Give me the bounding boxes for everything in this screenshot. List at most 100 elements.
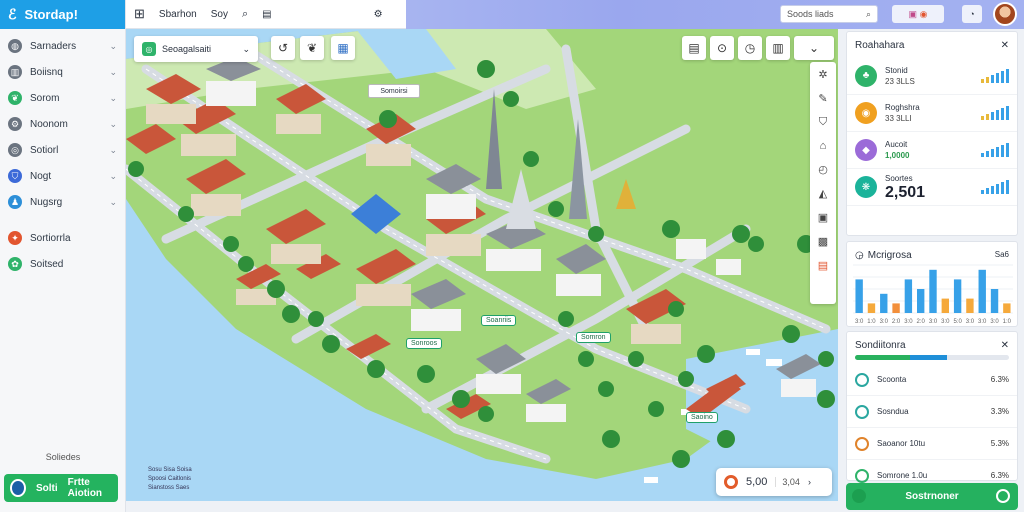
chevron-down-icon: ⌄ [109,170,117,181]
close-icon[interactable]: ✕ [1001,40,1009,51]
layers-icon[interactable]: ▤ [818,259,828,272]
clipboard-tool-button[interactable]: ▤ [682,36,706,60]
chart-icon: ◶ [855,250,864,261]
book-icon: ▥ [772,41,784,55]
map-marker-label[interactable]: Soanriis [481,315,517,326]
flag-toggle[interactable]: ▣ ◉ [892,5,944,23]
objective-row[interactable]: Saoanor 10tu 5.3% [847,428,1017,460]
objective-row[interactable]: Scoonta 6.3% [847,364,1017,396]
map-marker-label[interactable]: Sonroos [406,338,443,349]
credit-line: Sosu Sisa Soisa [148,467,192,473]
sidebar-item-nugsrg[interactable]: ♟ Nugsrg ⌄ [0,189,125,215]
top-bar: ⊞ Sbarhon Soy ⌕ ▤ ⚙ Soods liads ⌕ ▣ ◉ ◔ [126,0,1024,29]
chevron-down-icon: ⌄ [808,41,820,55]
document-icon[interactable]: ▤ [262,9,271,20]
chart-bar [990,289,999,313]
sidebar-item-nogt[interactable]: ⛉ Nogt ⌄ [0,163,125,189]
map-marker-label[interactable]: Somron [576,332,611,343]
app-brand[interactable]: ℰ Stordap! [0,0,125,29]
resource-value: 33 3LLI [885,114,912,123]
chart-bar [880,293,888,313]
notifications-button[interactable]: ◔ [962,5,982,23]
map-marker-label[interactable]: Saoino [686,412,718,423]
target-icon: ⊙ [716,41,728,55]
close-icon[interactable]: ✕ [1001,340,1009,351]
wave-icon: ↺ [277,41,289,55]
resource-row[interactable]: ❋ Soortes 2,501 [847,169,1017,206]
objectives-progress-bar [855,355,1009,360]
panel-cta-button[interactable]: Sostrnoner [846,483,1018,510]
objective-icon [855,436,869,451]
objectives-title: Sondiitonra [855,340,906,351]
city-icon: ▦ [337,41,349,55]
sidebar-cta-button[interactable]: Solti Frtte Aiotion [4,474,118,502]
resource-row[interactable]: ◆ Aucoit 1,0000 [847,132,1017,169]
map-building-label[interactable]: Somoirsi [368,84,420,98]
chart-bar [978,269,986,313]
sidebar-item-sarnaders[interactable]: ◍ Sarnaders ⌄ [0,33,125,59]
city-map[interactable] [126,29,838,501]
map-location-chip[interactable]: ◎ Seoagalsaiti ⌄ [134,36,258,62]
tree-icon[interactable]: ✲ [818,68,827,81]
objectives-list: Scoonta 6.3% Sosndua 3.3% Saoanor 10tu 5.3% So… [847,364,1017,492]
chart-card: ◶ Mcrigrosa Sa6 3:0 1:0 3:0 2:0 3:0 2:0 3:0 3:0… [846,241,1018,327]
resource-name: Roghshra [885,103,920,112]
objective-icon [855,468,869,483]
map-chip-label: Seoagalsaiti [162,44,212,54]
cta-dot-icon [852,489,866,503]
objective-row[interactable]: Sosndua 3.3% [847,396,1017,428]
sidebar-item-soitsed[interactable]: ✿ Soitsed [0,251,125,277]
sprout-icon: ✿ [8,257,22,271]
map-view[interactable]: ◎ Seoagalsaiti ⌄ ↺ ❦ ▦ ▤ ⊙ ◷ ▥ ⌄ ✲ ✎ ⛉ ⌂… [126,29,838,501]
tab-soy[interactable]: Soy [211,9,228,20]
book-tool-button[interactable]: ▥ [766,36,790,60]
grid-icon[interactable]: ⊞ [134,6,145,22]
house-icon[interactable]: ⌂ [820,140,827,152]
crystal-icon: ◆ [855,139,877,161]
chart-tick-label: 3:0 [978,319,987,325]
city-tool-button[interactable]: ▦ [331,36,355,60]
chart-tick-label: 3:0 [904,319,913,325]
clock-tool-button[interactable]: ◷ [738,36,762,60]
edit-icon[interactable]: ✎ [818,92,827,105]
coin-icon [724,475,738,489]
target-tool-button[interactable]: ⊙ [710,36,734,60]
search-input[interactable]: Soods liads ⌕ [780,5,878,23]
chart-bar [867,303,876,313]
calendar-icon[interactable]: ▣ [818,211,828,224]
terrain-icon[interactable]: ▩ [818,235,828,248]
shield-icon[interactable]: ⛉ [819,116,827,129]
search-icon: ⌕ [865,8,871,19]
resource-sparkline [981,143,1009,157]
app-title: Stordap! [24,7,78,22]
resource-value: 1,0000 [885,151,910,160]
chart-bar [929,269,937,313]
sidebar-item-noonom[interactable]: ⚙ Noonom ⌄ [0,111,125,137]
chart-bar [941,298,949,313]
resource-sparkline [981,68,1009,83]
sidebar-item-sorom[interactable]: ❦ Sorom ⌄ [0,85,125,111]
avatar[interactable] [993,2,1017,26]
sidebar-item-sotiorl[interactable]: ◎ Sotiorl ⌄ [0,137,125,163]
road-icon[interactable]: ◴ [818,163,828,176]
sidebar-item-sortiorrla[interactable]: ✦ Sortiorrla [0,225,125,251]
resource-bar-chart: 3:0 1:0 3:0 2:0 3:0 2:0 3:0 3:0 5:0 3:0 3:0 3:0 1:0 [853,264,1013,325]
resource-row[interactable]: ♣ Stonid 23 3LLS [847,57,1017,95]
sidebar-cta-right: Frtte Aiotion [67,477,103,499]
landscape-icon[interactable]: ◭ [819,187,827,200]
chart-title: Mcrigrosa [867,250,912,261]
objective-percent: 6.3% [990,375,1009,384]
wave-tool-button[interactable]: ↺ [271,36,295,60]
leaf-tool-button[interactable]: ❦ [300,36,324,60]
settings-icon[interactable]: ⚙ [374,9,383,20]
tab-sbarhon[interactable]: Sbarhon [159,9,197,20]
app-logo-icon: ℰ [8,6,17,22]
objective-percent: 5.3% [990,439,1009,448]
sidebar-item-boiisnq[interactable]: ▥ Boiisnq ⌄ [0,59,125,85]
resource-row[interactable]: ◉ Roghshra 33 3LLI [847,95,1017,132]
coin-counter[interactable]: 5,00 3,04 › [716,468,832,496]
resources-list: ♣ Stonid 23 3LLS ◉ Roghshra 33 3LLI ◆ Aucoit 1,0… [847,57,1017,206]
search-icon[interactable]: ⌕ [242,8,248,21]
collapse-tool-button[interactable]: ⌄ [794,36,834,60]
book-icon: ▥ [8,65,22,79]
